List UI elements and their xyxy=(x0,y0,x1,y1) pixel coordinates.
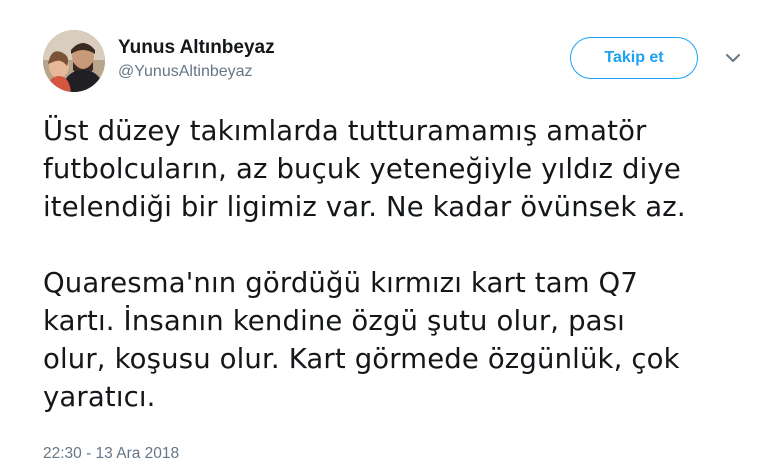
tweet-paragraph: Üst düzey takımlarda tutturamamış amatör… xyxy=(43,112,763,226)
avatar[interactable] xyxy=(43,30,105,92)
display-name[interactable]: Yunus Altınbeyaz xyxy=(118,37,275,59)
tweet-line: itelendiği bir ligimiz var. Ne kadar övü… xyxy=(43,191,686,223)
tweet-text: Üst düzey takımlarda tutturamamış amatör… xyxy=(43,112,763,416)
tweet-line: kartı. İnsanın kendine özgü şutu olur, p… xyxy=(43,305,625,337)
follow-button[interactable]: Takip et xyxy=(570,37,698,79)
tweet-paragraph: Quaresma'nın gördüğü kırmızı kart tam Q7… xyxy=(43,264,763,416)
user-handle[interactable]: @YunusAltinbeyaz xyxy=(118,61,275,83)
author-names: Yunus Altınbeyaz @YunusAltinbeyaz xyxy=(118,37,275,83)
tweet-line: yaratıcı. xyxy=(43,381,156,413)
tweet-timestamp[interactable]: 22:30 - 13 Ara 2018 xyxy=(43,445,179,463)
avatar-photo xyxy=(43,30,105,92)
chevron-down-icon[interactable] xyxy=(723,52,743,66)
tweet-header: Yunus Altınbeyaz @YunusAltinbeyaz Takip … xyxy=(43,30,753,92)
tweet-line: Quaresma'nın gördüğü kırmızı kart tam Q7 xyxy=(43,267,638,299)
tweet-line: Üst düzey takımlarda tutturamamış amatör xyxy=(43,115,647,147)
tweet-line: futbolcuların, az buçuk yeteneğiyle yıld… xyxy=(43,153,681,185)
tweet-line: olur, koşusu olur. Kart görmede özgünlük… xyxy=(43,343,680,375)
tweet-card: Yunus Altınbeyaz @YunusAltinbeyaz Takip … xyxy=(0,0,775,473)
